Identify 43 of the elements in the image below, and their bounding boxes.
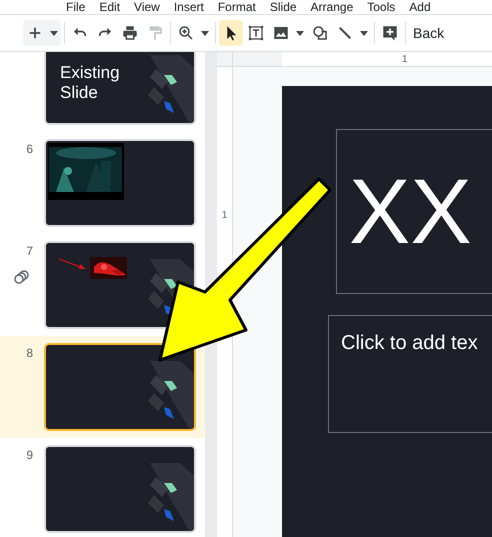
caret-icon [50, 30, 58, 36]
slide-number: 7 [26, 243, 33, 260]
text-box-icon [247, 24, 265, 42]
menu-item[interactable]: Insert [174, 0, 204, 14]
slide-thumbnail[interactable] [44, 139, 196, 227]
zoom-icon [177, 24, 195, 42]
slide-number: 9 [26, 447, 33, 464]
body-placeholder[interactable]: Click to add tex [328, 315, 492, 433]
image-icon [272, 24, 290, 42]
menu-item[interactable]: View [134, 0, 160, 14]
caret-icon [201, 30, 209, 36]
slide-thumbnail[interactable]: Existing Slide [44, 52, 196, 125]
menu-item[interactable]: File [66, 0, 86, 14]
menu-item[interactable]: Add [409, 0, 431, 14]
menu-item[interactable]: Arrange [310, 0, 354, 14]
ruler-label: 1 [402, 52, 408, 66]
caret-icon [296, 30, 304, 36]
menu-item[interactable]: Edit [99, 0, 120, 14]
pattern-drawing [148, 463, 194, 531]
pattern-drawing [148, 55, 194, 123]
title-placeholder[interactable]: XX [336, 129, 492, 294]
select-tool-button[interactable] [219, 20, 243, 46]
menu-item[interactable]: Slide [270, 0, 297, 14]
add-tool-button[interactable] [23, 20, 61, 46]
caret-icon [360, 30, 368, 36]
slide-thumbnail[interactable] [44, 241, 196, 329]
slide-thumbnail[interactable] [44, 445, 196, 533]
shape-icon [311, 24, 329, 42]
arrow-icon [58, 258, 86, 269]
menu-item[interactable]: Tools [367, 0, 396, 14]
slide-title: XX [349, 162, 472, 262]
placeholder-text: Click to add tex [341, 332, 478, 354]
pattern-drawing [148, 361, 194, 429]
add-comment-icon [381, 24, 399, 42]
thumbnail-title: Existing Slide [60, 63, 121, 103]
menu-item[interactable]: Format [218, 0, 256, 14]
background-button[interactable]: Back [409, 22, 444, 44]
slide-thumbnail[interactable] [44, 343, 196, 431]
slide-number: 8 [26, 345, 33, 362]
print-icon [121, 24, 139, 42]
slide-number: 6 [26, 141, 33, 158]
ruler-label: 1 [222, 209, 228, 223]
animation-icon[interactable] [14, 270, 30, 284]
